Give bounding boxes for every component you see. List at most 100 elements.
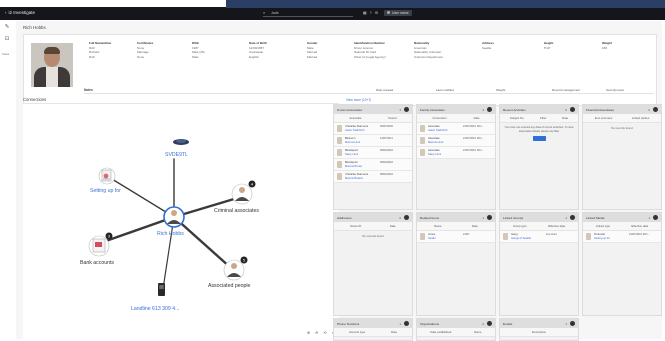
card-column-header[interactable]: Effective date bbox=[548, 224, 565, 228]
associated-people-label[interactable]: Associated people bbox=[208, 283, 250, 289]
card-column-header[interactable]: Name ID bbox=[350, 224, 361, 228]
card-column-header[interactable]: Name bbox=[474, 330, 481, 334]
row-link[interactable]: Stacy Hunt bbox=[428, 153, 441, 156]
card-row[interactable]: Charlotte Stanmore Jason Stainforth 02/07/… bbox=[334, 123, 412, 135]
card-column-header[interactable]: Effective date bbox=[631, 224, 648, 228]
card-column-header[interactable]: Date bbox=[472, 224, 478, 228]
row-link[interactable]: Setting up for bbox=[594, 237, 610, 240]
card-header[interactable]: Addresses 0 bbox=[334, 213, 412, 222]
vehicle-label[interactable]: SVDE9TL bbox=[165, 152, 188, 158]
filter-button[interactable] bbox=[532, 136, 546, 142]
expand-toggle-icon[interactable] bbox=[487, 321, 492, 326]
card-column-header[interactable]: Date bbox=[474, 116, 480, 120]
card-header[interactable]: Financial Associates 0 bbox=[583, 105, 661, 114]
search-input[interactable]: ⌕ Jade bbox=[263, 10, 353, 17]
card-header[interactable]: Emails 1 bbox=[500, 319, 578, 328]
setting-up-label[interactable]: Setting up for bbox=[90, 188, 121, 194]
row-link[interactable]: Sedan bbox=[428, 237, 436, 240]
row-link[interactable]: Marcus Beaton bbox=[345, 177, 363, 180]
card-column-header[interactable]: Description bbox=[532, 330, 546, 334]
card-header[interactable]: Family Associates 3 bbox=[417, 105, 495, 114]
card-column-header[interactable]: Filter bbox=[540, 116, 546, 120]
phone-label[interactable]: Landline 613 309 4... bbox=[131, 306, 179, 312]
card-row[interactable]: Charlotte Stanmore Marcus Beaton 08/04/201… bbox=[334, 171, 412, 183]
expand-toggle-icon[interactable] bbox=[404, 107, 409, 112]
card-header[interactable]: Known Associates 4 bbox=[334, 105, 412, 114]
card-row[interactable]: Gang Gangs of Seattle Ave Hunt bbox=[500, 231, 578, 243]
card-header[interactable]: Phone Numbers 1 bbox=[334, 319, 412, 328]
expand-toggle-icon[interactable] bbox=[404, 321, 409, 326]
center-person-node[interactable] bbox=[163, 206, 185, 228]
card-column-header[interactable]: Linked type bbox=[596, 224, 610, 228]
graph-canvas[interactable]: 4 3 5 bbox=[23, 104, 339, 340]
row-link[interactable]: Marcus Brown bbox=[345, 165, 362, 168]
settings-icon[interactable]: ⚙ bbox=[375, 11, 381, 15]
card-column-header[interactable]: Subject No. bbox=[510, 116, 524, 120]
card-row[interactable]: Bloodsport Marcus Brown 05/04/2010 bbox=[334, 159, 412, 171]
row-link[interactable]: Marcus Hunt bbox=[428, 141, 443, 144]
card-column-header[interactable]: Period bbox=[388, 116, 396, 120]
bank-accounts-label[interactable]: Bank accounts bbox=[80, 260, 114, 266]
user-menu[interactable]: User name bbox=[384, 9, 412, 16]
card-row[interactable]: Blossom Marcus Hunt 12/07/2011 bbox=[334, 135, 412, 147]
criminal-associates-label[interactable]: Criminal associates bbox=[214, 208, 259, 214]
toolbar-icons[interactable]: ▦?⚙ bbox=[363, 10, 381, 15]
card-header[interactable]: Recent Activities 0 bbox=[500, 105, 578, 114]
phone-icon[interactable] bbox=[158, 283, 165, 296]
card-column-header[interactable]: Connection bbox=[432, 116, 446, 120]
card-column-header[interactable]: Date bbox=[391, 330, 397, 334]
card-header[interactable]: Linked Media 1 bbox=[583, 213, 661, 222]
bank-accounts-node[interactable]: 3 bbox=[88, 232, 113, 257]
row-link[interactable]: Marcus Hunt bbox=[345, 141, 360, 144]
row-link[interactable]: Jason Stainforth bbox=[428, 129, 447, 132]
card-column-header[interactable]: Group type bbox=[513, 224, 527, 228]
card-header[interactable]: Related Items 1 bbox=[417, 213, 495, 222]
card-column-header[interactable]: Item summary bbox=[595, 116, 613, 120]
center-person-label[interactable]: Rich Hobbs bbox=[157, 231, 184, 237]
empty-message: No records found bbox=[611, 126, 633, 130]
card-row[interactable]: Associate Jason Stainforth 21/07/2010 18:1… bbox=[417, 123, 495, 135]
expand-toggle-icon[interactable] bbox=[487, 215, 492, 220]
app-title[interactable]: ‹ i2 Investigate bbox=[5, 10, 35, 15]
expand-toggle-icon[interactable] bbox=[570, 321, 575, 326]
edge-bank bbox=[101, 215, 176, 244]
card-column-header[interactable]: Date established bbox=[430, 330, 451, 334]
card-column-header[interactable]: Account type bbox=[349, 330, 365, 334]
row-link[interactable]: Gangs of Seattle bbox=[511, 237, 531, 240]
card-row[interactable]: Bloodsport Stacy Hunt 05/04/2010 bbox=[334, 147, 412, 159]
card-row[interactable]: Jones Sedan 21/07 bbox=[417, 231, 495, 243]
bookmark-icon[interactable]: ⊡ bbox=[4, 36, 10, 42]
card-header[interactable]: Organisations 2 bbox=[417, 319, 495, 328]
expand-toggle-icon[interactable] bbox=[653, 215, 658, 220]
car-icon[interactable] bbox=[173, 139, 189, 145]
card-column-header[interactable]: Date bbox=[562, 116, 568, 120]
row-link[interactable]: Stacy Hunt bbox=[345, 153, 358, 156]
connections-graph[interactable]: 4 3 5 SVDE9TL Setting up for Criminal as… bbox=[23, 103, 339, 339]
view-more-link[interactable]: View more (10+7) bbox=[346, 98, 371, 102]
menu-chevron-icon[interactable]: ‹ bbox=[5, 10, 7, 15]
row-link[interactable]: Jason Stainforth bbox=[345, 129, 364, 132]
card-column-header[interactable]: Date bbox=[390, 224, 396, 228]
expand-toggle-icon[interactable] bbox=[487, 107, 492, 112]
pin-icon[interactable]: ✎ bbox=[4, 24, 10, 30]
card-column-header[interactable]: Associate bbox=[349, 116, 361, 120]
expand-toggle-icon[interactable] bbox=[653, 107, 658, 112]
criminal-associates-node[interactable]: 4 bbox=[231, 180, 256, 205]
expand-toggle-icon[interactable] bbox=[404, 215, 409, 220]
grid-icon[interactable]: ▦ bbox=[363, 11, 370, 15]
profile-field-key: Gender bbox=[307, 41, 318, 45]
avatar bbox=[420, 125, 425, 132]
card-row[interactable]: Financial Setting up for 21/07/2010 18:1..… bbox=[583, 231, 661, 243]
expand-toggle-icon[interactable] bbox=[570, 215, 575, 220]
profile-field-value: Unknown Department bbox=[414, 54, 444, 59]
card-header[interactable]: Linked Groups 1 bbox=[500, 213, 578, 222]
associated-people-node[interactable]: 5 bbox=[223, 256, 248, 281]
breadcrumb[interactable]: Rich Hobbs bbox=[23, 25, 46, 30]
card-column-header[interactable]: Name bbox=[434, 224, 441, 228]
card-column-header[interactable]: Linked parties bbox=[632, 116, 649, 120]
card-row[interactable]: Associate Stacy Hunt 21/07/2010 18:1... bbox=[417, 147, 495, 159]
expand-toggle-icon[interactable] bbox=[570, 107, 575, 112]
row-date: 02/07/2020 bbox=[380, 125, 393, 128]
card-row[interactable]: Associate Marcus Hunt 21/07/2010 18:1... bbox=[417, 135, 495, 147]
document-icon[interactable] bbox=[98, 167, 116, 185]
